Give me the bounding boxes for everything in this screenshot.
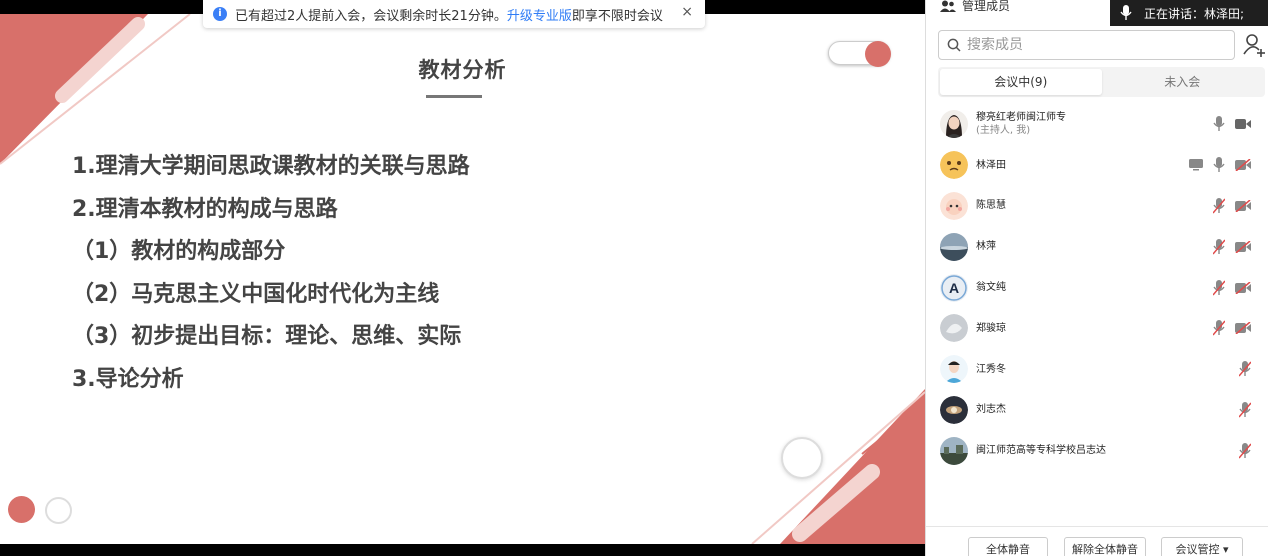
microphone-muted-icon[interactable] bbox=[1213, 197, 1225, 214]
screen-share-icon[interactable] bbox=[1189, 159, 1203, 171]
member-name: 郑骏琼 bbox=[976, 322, 1006, 334]
circle-decoration bbox=[781, 437, 823, 479]
microphone-muted-icon[interactable] bbox=[1213, 279, 1225, 296]
outline-item: 1.理清大学期间思政课教材的关联与思路 bbox=[72, 154, 470, 179]
outline-item: （3）初步提出目标：理论、思维、实际 bbox=[72, 324, 462, 349]
invite-member-icon[interactable] bbox=[1242, 32, 1266, 58]
member-name: 翁文纯 bbox=[976, 282, 1006, 294]
camera-off-icon[interactable] bbox=[1235, 240, 1251, 253]
unmute-all-button[interactable]: 解除全体静音 bbox=[1064, 537, 1146, 556]
avatar bbox=[940, 395, 968, 424]
time-limit-notice: i 已有超过2人提前入会，会议剩余时长21分钟。 升级专业版 即享不限时会议 × bbox=[203, 0, 705, 28]
member-name: 刘志杰 bbox=[976, 404, 1006, 416]
camera-icon[interactable] bbox=[1235, 118, 1251, 130]
list-item[interactable]: 林泽田 bbox=[926, 145, 1268, 186]
panel-footer: 全体静音 解除全体静音 会议管控 ▾ bbox=[926, 526, 1268, 556]
manage-members-header: 管理成员 bbox=[940, 0, 1010, 14]
notice-text-tail: 即享不限时会议 bbox=[571, 8, 663, 24]
members-panel: 管理成员 正在讲话：林泽田; 会议中(9) 未入会 bbox=[925, 0, 1268, 556]
list-item[interactable]: A 翁文纯 bbox=[926, 267, 1268, 308]
search-input[interactable] bbox=[967, 37, 1207, 53]
microphone-muted-icon[interactable] bbox=[1213, 320, 1225, 336]
shared-slide: 教材分析 1.理清大学期间思政课教材的关联与思路 2.理清本教材的构成与思路 （… bbox=[0, 14, 925, 544]
microphone-icon[interactable] bbox=[1213, 157, 1225, 173]
list-item[interactable]: 刘志杰 bbox=[926, 390, 1268, 431]
microphone-muted-icon[interactable] bbox=[1239, 361, 1251, 377]
avatar bbox=[940, 232, 968, 261]
microphone-muted-icon[interactable] bbox=[1239, 442, 1251, 459]
avatar: A bbox=[940, 273, 968, 302]
speaking-text: 正在讲话：林泽田; bbox=[1144, 6, 1245, 21]
microphone-muted-icon[interactable] bbox=[1213, 238, 1225, 255]
camera-off-icon[interactable] bbox=[1235, 322, 1251, 335]
microphone-icon bbox=[1120, 5, 1132, 20]
outline-item: 2.理清本教材的构成与思路 bbox=[72, 196, 338, 222]
tab-in-meeting[interactable]: 会议中(9) bbox=[940, 69, 1102, 95]
camera-off-icon[interactable] bbox=[1235, 159, 1251, 172]
member-name: 林泽田 bbox=[976, 159, 1006, 171]
camera-off-icon[interactable] bbox=[1235, 199, 1251, 212]
title-underline bbox=[426, 95, 482, 98]
svg-text:A: A bbox=[949, 280, 959, 296]
list-item[interactable]: 郑骏琼 bbox=[926, 308, 1268, 349]
microphone-icon[interactable] bbox=[1213, 116, 1225, 132]
tab-not-joined[interactable]: 未入会 bbox=[1102, 69, 1264, 95]
avatar bbox=[940, 436, 968, 465]
member-name: 穆亮红老师闽江师专 bbox=[976, 112, 1066, 124]
avatar bbox=[940, 314, 968, 343]
users-icon bbox=[940, 0, 956, 12]
outline-item: （2）马克思主义中国化时代化为主线 bbox=[72, 281, 440, 307]
list-item[interactable]: 江秀冬 bbox=[926, 349, 1268, 390]
list-item[interactable]: 闽江师范高等专科学校吕志达 bbox=[926, 430, 1268, 471]
slide-toggle-decoration bbox=[828, 41, 891, 67]
info-icon: i bbox=[213, 7, 227, 21]
search-icon bbox=[947, 38, 961, 52]
outline-item: 3.导论分析 bbox=[72, 366, 184, 392]
white-dot-decoration bbox=[45, 497, 72, 524]
speaking-indicator: 正在讲话：林泽田; bbox=[1110, 0, 1268, 26]
manage-members-label: 管理成员 bbox=[962, 0, 1011, 13]
microphone-muted-icon[interactable] bbox=[1239, 401, 1251, 418]
red-dot-decoration bbox=[8, 496, 35, 523]
member-tabs: 会议中(9) 未入会 bbox=[938, 67, 1265, 97]
notice-text: 已有超过2人提前入会，会议剩余时长21分钟。 bbox=[235, 8, 507, 24]
avatar bbox=[940, 191, 968, 220]
member-search[interactable] bbox=[938, 30, 1235, 60]
mute-all-button[interactable]: 全体静音 bbox=[968, 537, 1048, 556]
close-icon[interactable]: × bbox=[681, 4, 693, 20]
meeting-control-button[interactable]: 会议管控 ▾ bbox=[1161, 537, 1243, 556]
upgrade-link[interactable]: 升级专业版 bbox=[507, 5, 572, 24]
member-list: 穆亮红老师闽江师专 (主持人, 我) 林泽田 陈思慧 林萍 A 翁文纯 郑骏琼 … bbox=[926, 104, 1268, 471]
member-name: 陈思慧 bbox=[976, 200, 1006, 212]
bottom-black-bar bbox=[0, 544, 925, 556]
slide-outline: 1.理清大学期间思政课教材的关联与思路 2.理清本教材的构成与思路 （1）教材的… bbox=[72, 152, 470, 407]
member-name: 闽江师范高等专科学校吕志达 bbox=[976, 445, 1106, 457]
list-item[interactable]: 林萍 bbox=[926, 226, 1268, 267]
member-name: 林萍 bbox=[976, 241, 996, 253]
avatar bbox=[940, 110, 968, 139]
camera-off-icon[interactable] bbox=[1235, 281, 1251, 294]
avatar bbox=[940, 355, 968, 384]
list-item[interactable]: 陈思慧 bbox=[926, 186, 1268, 227]
list-item[interactable]: 穆亮红老师闽江师专 (主持人, 我) bbox=[926, 104, 1268, 145]
slide-title: 教材分析 bbox=[418, 58, 507, 82]
outline-item: （1）教材的构成部分 bbox=[72, 239, 286, 264]
member-role: (主持人, 我) bbox=[976, 125, 1031, 137]
member-name: 江秀冬 bbox=[976, 363, 1006, 375]
avatar bbox=[940, 151, 968, 180]
